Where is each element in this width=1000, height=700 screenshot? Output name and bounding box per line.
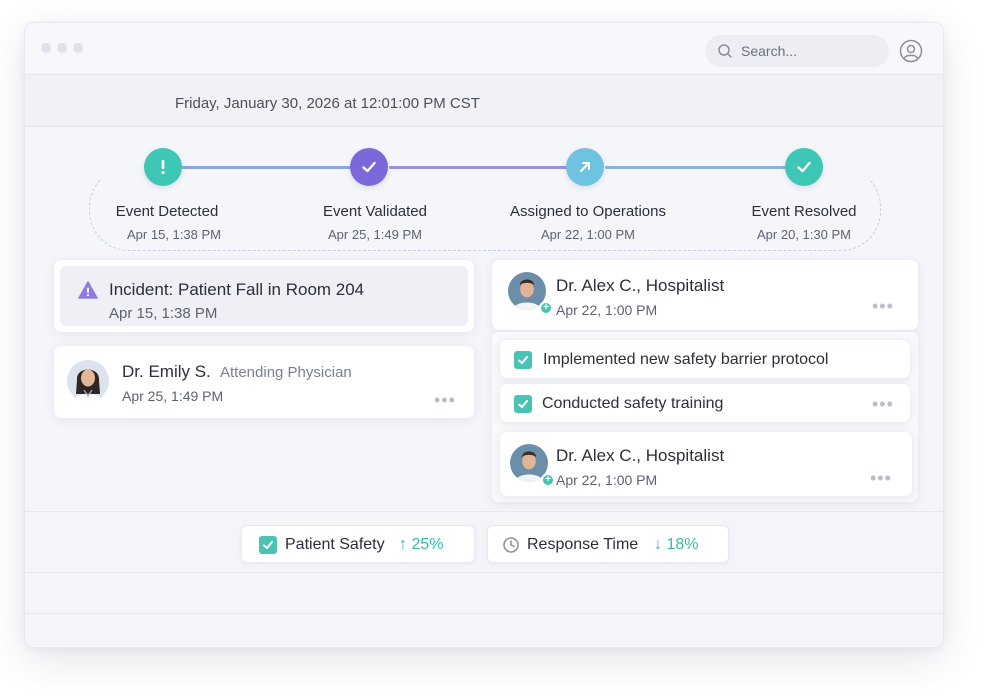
more-options-icon[interactable]: ••• xyxy=(870,468,892,489)
arrow-up-right-icon xyxy=(580,162,590,172)
check-icon xyxy=(362,161,376,173)
metrics-bar xyxy=(25,511,943,573)
date-bar: Friday, January 30, 2026 at 12:01:00 PM … xyxy=(25,75,943,127)
window-dot-minimize[interactable] xyxy=(57,43,67,53)
metric-patient-safety[interactable]: Patient Safety ↑ 25% xyxy=(241,525,475,563)
timeline-connector-1 xyxy=(181,166,369,169)
incident-card[interactable]: Incident: Patient Fall in Room 204 Apr 1… xyxy=(53,259,475,333)
metric-value: ↑ 25% xyxy=(399,536,444,553)
check-icon xyxy=(797,161,811,173)
timeline-connector-3 xyxy=(605,166,801,169)
avatar-alex: + xyxy=(508,272,553,315)
doctor-female-avatar-icon xyxy=(67,360,109,402)
checkbox-checked-icon[interactable] xyxy=(514,395,532,413)
plus-badge-icon: + xyxy=(541,473,555,487)
search-placeholder: Search... xyxy=(741,43,798,59)
checkbox-checked-icon[interactable] xyxy=(514,351,532,369)
timeline-step-date: Apr 22, 1:00 PM xyxy=(541,227,635,242)
timeline-step-validated[interactable] xyxy=(350,148,388,186)
avatar-alex: + xyxy=(510,444,555,487)
timeline-connector-2 xyxy=(389,166,569,169)
assignee-date: Apr 22, 1:00 PM xyxy=(556,472,658,488)
validator-date: Apr 25, 1:49 PM xyxy=(122,388,224,404)
more-options-icon[interactable]: ••• xyxy=(872,394,894,415)
validator-role: Attending Physician xyxy=(220,364,352,381)
metric-response-time[interactable]: Response Time ↓ 18% xyxy=(487,525,729,563)
more-options-icon[interactable]: ••• xyxy=(434,390,456,411)
search-icon xyxy=(718,44,732,58)
warning-icon xyxy=(78,281,98,299)
metric-label: Response Time xyxy=(527,536,639,553)
clock-icon xyxy=(503,537,519,553)
incident-title: Incident: Patient Fall in Room 204 xyxy=(109,280,365,299)
incident-card-inner: Incident: Patient Fall in Room 204 Apr 1… xyxy=(60,266,468,326)
more-options-icon[interactable]: ••• xyxy=(872,296,894,317)
search-input[interactable]: Search... xyxy=(705,35,889,67)
exclamation-icon xyxy=(161,160,165,175)
validator-name: Dr. Emily S. xyxy=(122,362,211,381)
task-label: Conducted safety training xyxy=(542,395,724,412)
timeline-step-label: Event Validated xyxy=(323,203,427,220)
footer-strip xyxy=(25,613,943,647)
timeline-step-label: Assigned to Operations xyxy=(510,203,666,220)
metric-label: Patient Safety xyxy=(285,536,385,553)
plus-badge-icon: + xyxy=(539,301,553,315)
assignee-card-bottom[interactable]: + Dr. Alex C., Hospitalist Apr 22, 1:00 … xyxy=(499,431,913,497)
metric-value: ↓ 18% xyxy=(654,536,699,553)
window-dot-maximize[interactable] xyxy=(73,43,83,53)
user-profile-icon[interactable] xyxy=(899,39,923,63)
assignee-name: Dr. Alex C., Hospitalist xyxy=(556,276,725,295)
title-bar: Search... xyxy=(25,23,943,75)
timeline-step-assigned[interactable] xyxy=(566,148,604,186)
assignee-date: Apr 22, 1:00 PM xyxy=(556,302,658,318)
timeline-step-date: Apr 15, 1:38 PM xyxy=(127,227,221,242)
avatar-emily xyxy=(67,360,109,402)
timeline-step-detected[interactable] xyxy=(144,148,182,186)
current-datetime: Friday, January 30, 2026 at 12:01:00 PM … xyxy=(175,95,480,112)
validator-card[interactable]: Dr. Emily S. Attending Physician Apr 25,… xyxy=(53,345,475,419)
app-window: Search... Friday, January 30, 2026 at 12… xyxy=(24,22,944,648)
checkbox-icon xyxy=(259,536,277,554)
timeline-step-resolved[interactable] xyxy=(785,148,823,186)
timeline-step-label: Event Detected xyxy=(115,203,219,220)
assignee-card-top[interactable]: + Dr. Alex C., Hospitalist Apr 22, 1:00 … xyxy=(491,259,919,331)
window-dot-close[interactable] xyxy=(41,43,51,53)
timeline-step-date: Apr 20, 1:30 PM xyxy=(757,227,851,242)
window-controls xyxy=(41,43,83,53)
assignee-name: Dr. Alex C., Hospitalist xyxy=(556,446,725,465)
timeline-step-date: Apr 25, 1:49 PM xyxy=(328,227,422,242)
task-item[interactable]: Conducted safety training ••• xyxy=(499,383,911,423)
task-item[interactable]: Implemented new safety barrier protocol xyxy=(499,339,911,379)
incident-date: Apr 15, 1:38 PM xyxy=(109,305,218,322)
timeline-step-label: Event Resolved xyxy=(751,203,857,220)
task-label: Implemented new safety barrier protocol xyxy=(543,351,829,368)
